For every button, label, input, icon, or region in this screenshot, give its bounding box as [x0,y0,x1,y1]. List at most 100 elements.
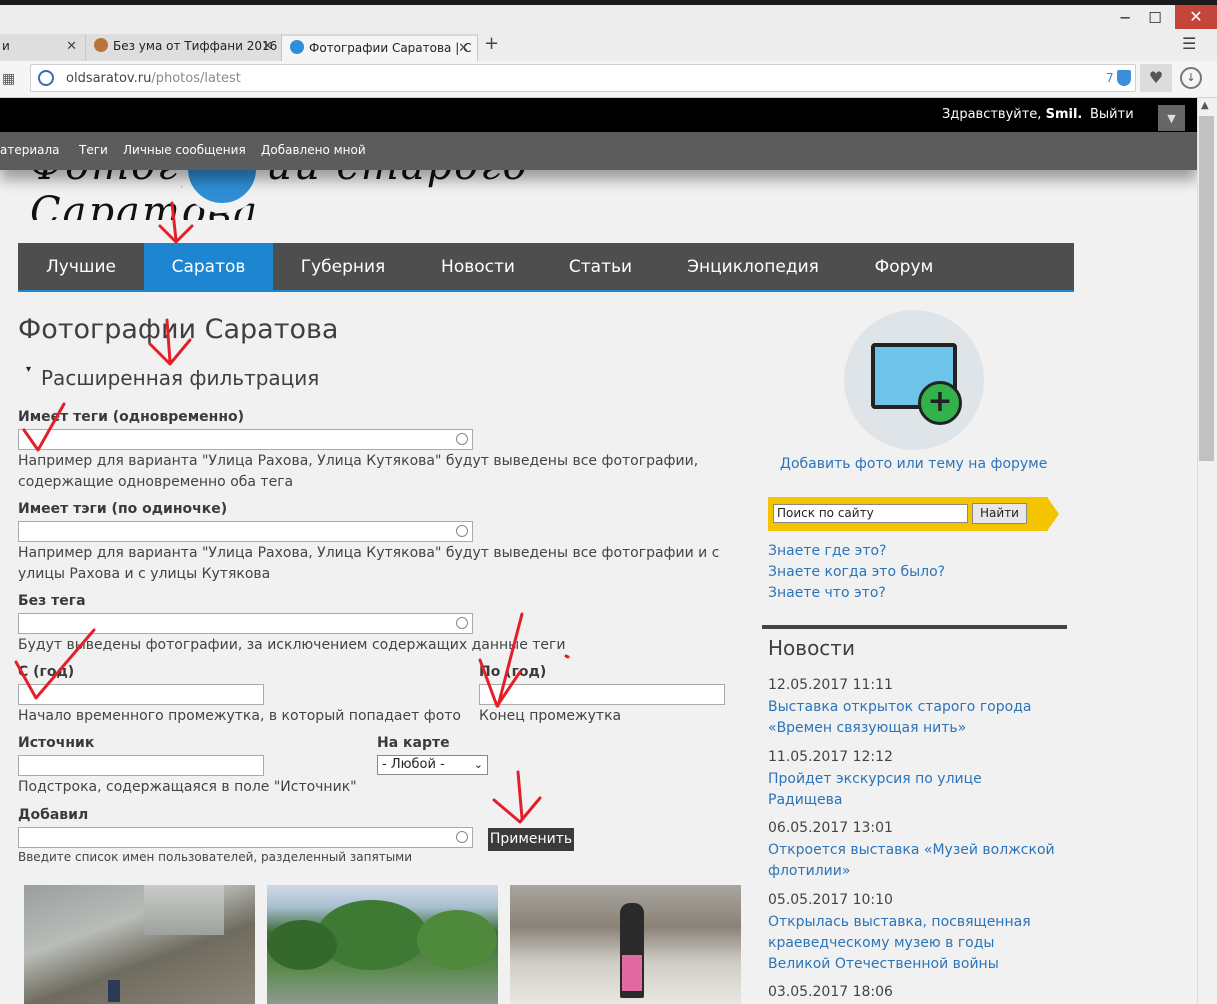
year-to-hint: Конец промежутка [479,708,622,724]
new-tab-button[interactable]: + [484,33,499,54]
site-info-icon[interactable] [38,70,54,86]
close-window-button[interactable]: ✕ [1175,5,1217,29]
on-map-selected: - Любой - [382,757,445,772]
source-hint: Подстрока, содержащаяся в поле "Источник… [18,779,357,795]
tags-without-label: Без тега [18,593,86,609]
news-date: 12.05.2017 11:11 [768,677,893,693]
nav-province[interactable]: Губерния [273,243,413,290]
caret-down-icon[interactable]: ▼ [1158,105,1185,131]
tags-any-label: Имеет тэги (по одиночке) [18,501,228,517]
topnav-messages[interactable]: Личные сообщения [123,143,246,157]
search-banner-arrow [1047,497,1059,531]
tags-without-hint: Будут выведены фотографии, за исключение… [18,637,566,653]
main-nav: Лучшие Саратов Губерния Новости Статьи Э… [18,243,1074,292]
dot-mark [564,654,570,659]
year-from-input[interactable] [18,684,264,705]
quiz-link-when[interactable]: Знаете когда это было? [768,564,945,580]
nav-forum[interactable]: Форум [848,243,960,290]
person-figure [108,980,120,1002]
maximize-button[interactable]: ☐ [1140,8,1170,28]
tab-close-icon[interactable]: ✕ [66,34,77,59]
tags-any-input[interactable] [18,521,473,542]
greeting: Здравствуйте, Smil. [942,107,1082,122]
tab-close-icon[interactable]: ✕ [262,34,273,59]
tree-canopy [417,910,497,970]
news-heading: Новости [768,636,855,660]
tree-canopy [267,920,337,970]
autocomplete-icon [456,433,468,445]
tab-label: Фотографии Саратова | С [309,41,472,55]
news-link[interactable]: Откроется выставка «Музей волжской флоти… [768,840,1068,882]
nav-saratov[interactable]: Саратов [144,243,273,290]
add-photo-link[interactable]: Добавить фото или тему на форуме [780,456,1047,472]
tab-label: и [2,39,10,53]
nav-news[interactable]: Новости [413,243,543,290]
news-date: 03.05.2017 18:06 [768,984,893,1000]
site-search-input[interactable]: Поиск по сайту [773,504,968,523]
heart-icon[interactable]: ♥ [1140,64,1172,92]
shield-icon[interactable] [1117,70,1131,86]
autocomplete-icon [456,831,468,843]
autocomplete-icon [456,617,468,629]
tags-any-hint: Например для варианта "Улица Рахова, Ули… [18,545,720,582]
greeting-user: Smil. [1045,107,1083,122]
scrollbar-thumb[interactable] [1199,116,1214,461]
tab-menu-icon[interactable]: ☰ [1182,34,1196,53]
minimize-button[interactable]: ─ [1110,8,1140,28]
apps-grid-icon[interactable]: ▦ [2,71,18,87]
tags-without-input[interactable] [18,613,473,634]
url-text[interactable]: oldsaratov.ru/photos/latest [66,71,241,86]
news-link[interactable]: Открылась выставка, посвященная краеведч… [768,912,1048,975]
tab-label: Без ума от Тиффани 2016 [113,39,278,53]
collapse-triangle-icon[interactable]: ▾ [26,364,31,375]
tab-2[interactable]: Без ума от Тиффани 2016 ✕ [86,34,282,61]
on-map-select[interactable]: - Любой - ⌄ [377,755,488,775]
news-link[interactable]: Пройдет экскурсия по улице Радищева [768,769,1008,811]
chevron-down-icon: ⌄ [473,758,483,771]
stroller [622,955,642,991]
source-input[interactable] [18,755,264,776]
quiz-link-what[interactable]: Знаете что это? [768,585,886,601]
tab-1[interactable]: и ✕ [0,34,86,61]
added-by-input[interactable] [18,827,473,848]
news-divider [762,625,1067,629]
news-date: 06.05.2017 13:01 [768,820,893,836]
photo-thumbnail[interactable] [24,885,255,1004]
nav-encyclopedia[interactable]: Энциклопедия [658,243,848,290]
topnav-tags[interactable]: Теги [79,143,108,157]
nav-articles[interactable]: Статьи [543,243,658,290]
photo-thumbnail[interactable] [510,885,741,1004]
year-to-input[interactable] [479,684,725,705]
download-icon[interactable]: ↓ [1180,67,1202,89]
topnav-added-by-me[interactable]: Добавлено мной [261,143,366,157]
news-date: 11.05.2017 12:12 [768,749,893,765]
logout-link[interactable]: Выйти [1090,107,1134,122]
filter-section-title[interactable]: Расширенная фильтрация [41,366,319,390]
on-map-label: На карте [377,735,450,751]
plus-icon: + [918,381,962,425]
site-logo[interactable]: Фотографии старого Саратова [30,165,530,220]
scroll-up-icon[interactable]: ▲ [1201,100,1209,111]
url-host: oldsaratov.ru [66,71,152,86]
nav-best[interactable]: Лучшие [18,243,144,290]
topnav-materials[interactable]: атериала [0,143,60,157]
tab-close-icon[interactable]: ✕ [458,36,469,61]
added-by-label: Добавил [18,807,89,823]
added-by-hint: Введите список имен пользователей, разде… [18,850,413,864]
favicon-icon [94,38,108,52]
tags-all-input[interactable] [18,429,473,450]
favicon-icon [290,40,304,54]
tab-3-active[interactable]: Фотографии Саратова | С ✕ [282,34,478,61]
quiz-link-where[interactable]: Знаете где это? [768,543,886,559]
year-from-label: С (год) [18,664,75,680]
greeting-prefix: Здравствуйте, [942,107,1042,122]
tags-all-label: Имеет теги (одновременно) [18,409,245,425]
autocomplete-icon [456,525,468,537]
photo-thumbnail[interactable] [267,885,498,1004]
year-to-label: По (год) [479,664,547,680]
source-label: Источник [18,735,95,751]
apply-button[interactable]: Применить [488,828,574,851]
news-link[interactable]: Выставка открыток старого города «Времен… [768,697,1068,739]
sky-area [144,885,224,935]
search-button[interactable]: Найти [972,503,1027,524]
